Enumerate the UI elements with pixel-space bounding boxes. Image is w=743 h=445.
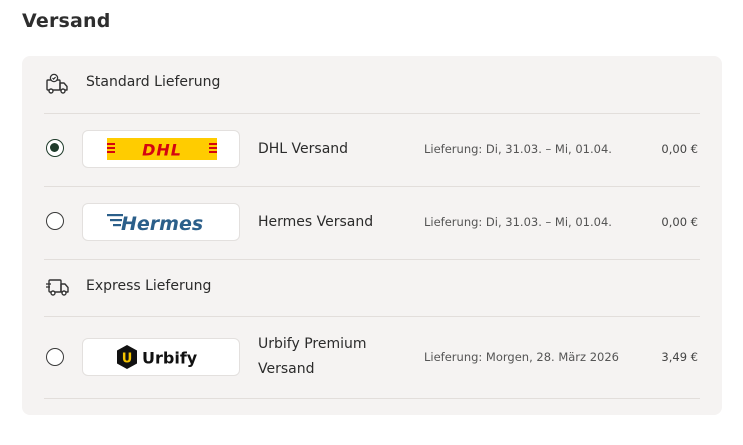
express-group-label: Express Lieferung: [86, 278, 212, 294]
carrier-name-urbify-line2: Versand: [258, 361, 315, 377]
dhl-logo: DHL: [82, 130, 240, 168]
price-dhl: 0,00 €: [661, 142, 698, 156]
section-title: Versand: [22, 10, 111, 32]
delivery-date-urbify: Lieferung: Morgen, 28. März 2026: [424, 350, 619, 364]
carrier-name-hermes: Hermes Versand: [258, 214, 374, 230]
express-truck-icon: [46, 279, 69, 296]
carrier-name-urbify-line1: Urbify Premium: [258, 336, 367, 352]
divider: [44, 316, 700, 317]
standard-group-header: Standard Lieferung: [22, 56, 722, 112]
hermes-logo-text: Hermes: [121, 213, 203, 235]
delivery-truck-icon: [46, 73, 68, 94]
dhl-logo-text: DHL: [142, 141, 182, 160]
divider: [44, 398, 700, 399]
shipping-option-dhl[interactable]: DHL DHL Versand Lieferung: Di, 31.03. – …: [22, 114, 722, 186]
radio-hermes[interactable]: [46, 212, 64, 230]
radio-dhl[interactable]: [46, 139, 64, 157]
express-group-header: Express Lieferung: [22, 260, 722, 316]
dhl-logo-icon: DHL: [107, 138, 217, 160]
standard-group-label: Standard Lieferung: [86, 74, 221, 90]
urbify-logo: U Urbify: [82, 338, 240, 376]
hermes-logo-icon: Hermes: [107, 213, 203, 235]
hermes-logo: Hermes: [82, 203, 240, 241]
urbify-logo-mark: U: [122, 352, 133, 367]
price-urbify: 3,49 €: [661, 350, 698, 364]
carrier-name-dhl: DHL Versand: [258, 141, 349, 157]
delivery-date-dhl: Lieferung: Di, 31.03. – Mi, 01.04.: [424, 142, 612, 156]
shipping-panel: Standard Lieferung DHL DHL Versand Liefe…: [22, 56, 722, 415]
radio-urbify[interactable]: [46, 348, 64, 366]
carrier-name-urbify: Urbify Premium Versand: [258, 332, 367, 382]
price-hermes: 0,00 €: [661, 215, 698, 229]
urbify-logo-text: Urbify: [142, 349, 198, 368]
delivery-date-hermes: Lieferung: Di, 31.03. – Mi, 01.04.: [424, 215, 612, 229]
urbify-logo-icon: U Urbify: [117, 345, 198, 369]
shipping-option-urbify[interactable]: U Urbify Urbify Premium Versand Lieferun…: [22, 322, 722, 398]
shipping-option-hermes[interactable]: Hermes Hermes Versand Lieferung: Di, 31.…: [22, 187, 722, 259]
